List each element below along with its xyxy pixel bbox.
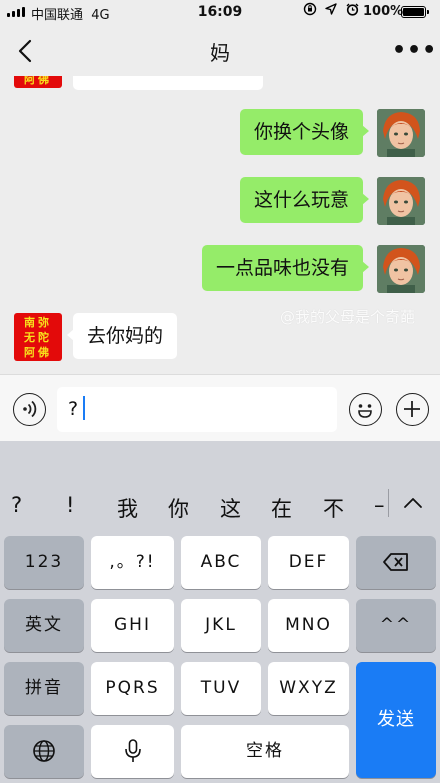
key-def[interactable]: DEF — [268, 536, 349, 589]
globe-icon — [33, 740, 55, 762]
key-mno[interactable]: MNO — [268, 599, 349, 652]
key-wxyz[interactable]: WXYZ — [268, 662, 349, 715]
avatar[interactable]: 南弥 无陀 阿佛 — [14, 313, 62, 361]
candidate-divider — [388, 489, 389, 517]
backspace-icon — [383, 553, 408, 571]
avatar-image — [377, 109, 425, 157]
candidate-word[interactable]: ! — [66, 493, 74, 517]
location-icon — [325, 2, 345, 18]
chat-header: 妈 ••• — [0, 26, 440, 76]
key-ghi[interactable]: GHI — [91, 599, 174, 652]
key-123[interactable]: 123 — [4, 536, 84, 589]
candidate-word[interactable]: 我 — [117, 493, 138, 523]
avatar-text-line: 无陀 — [24, 331, 52, 344]
key-jkl[interactable]: JKL — [181, 599, 261, 652]
keyboard: ? ! 我 你 这 在 不 – 123 ,。?! ABC DEF 英文 GHI … — [0, 441, 440, 783]
battery-icon — [401, 6, 429, 18]
candidate-word[interactable]: 这 — [220, 493, 241, 523]
voice-button[interactable] — [13, 393, 46, 426]
chat-title: 妈 — [210, 41, 230, 65]
key-tuv[interactable]: TUV — [181, 662, 261, 715]
candidate-word[interactable]: – — [374, 493, 385, 517]
key-pinyin[interactable]: 拼音 — [4, 662, 84, 715]
avatar-image — [377, 177, 425, 225]
candidate-word[interactable]: 你 — [168, 493, 189, 523]
smiley-icon — [358, 404, 372, 418]
key-punctuation[interactable]: ,。?! — [91, 536, 174, 589]
candidate-word[interactable]: 不 — [323, 493, 344, 523]
avatar-text-line: 阿佛 — [24, 346, 52, 359]
candidate-word[interactable]: ? — [11, 493, 22, 517]
battery-percent: 100% — [363, 4, 404, 19]
message-bubble[interactable]: 去你妈的 — [66, 313, 178, 359]
message-list[interactable]: 南弥 无陀 阿佛 你换个头像 这什么玩意 一点品味也没有 — [0, 76, 440, 374]
battery-level-fill — [403, 8, 424, 16]
avatar[interactable]: 南弥 无陀 阿佛 — [14, 76, 62, 88]
more-dots-icon: ••• — [392, 38, 438, 63]
chevron-up-icon — [404, 498, 422, 508]
more-functions-button[interactable] — [396, 393, 429, 426]
portrait-lock-icon — [303, 2, 325, 18]
watermark: @我的父母是个奇葩 — [280, 308, 416, 326]
send-button[interactable]: 发送 — [356, 662, 436, 778]
alarm-icon — [346, 2, 359, 18]
more-button[interactable]: ••• — [392, 38, 437, 63]
expand-candidates-button[interactable] — [401, 495, 425, 511]
message-bubble[interactable]: 一点品味也没有 — [201, 245, 370, 291]
status-bar: 中国联通 4G 16:09 100% — [0, 0, 440, 26]
key-pqrs[interactable]: PQRS — [91, 662, 174, 715]
message-input[interactable]: ? — [57, 387, 337, 432]
backspace-key[interactable] — [356, 536, 436, 589]
space-key[interactable]: 空格 — [181, 725, 349, 778]
candidate-bar: ? ! 我 你 这 在 不 – — [0, 485, 440, 525]
plus-icon — [404, 401, 420, 417]
message-bubble[interactable]: 这什么玩意 — [239, 177, 370, 223]
avatar-image — [377, 245, 425, 293]
avatar[interactable] — [377, 109, 425, 157]
microphone-key[interactable] — [91, 725, 174, 778]
message-bubble[interactable]: 你换个头像 — [239, 109, 370, 155]
microphone-icon — [124, 739, 141, 762]
message-bubble-truncated[interactable] — [73, 76, 263, 90]
key-english[interactable]: 英文 — [4, 599, 84, 652]
key-abc[interactable]: ABC — [181, 536, 261, 589]
emoji-button[interactable] — [349, 393, 382, 426]
avatar-text-line: 阿佛 — [24, 76, 52, 86]
input-bar: ? — [0, 374, 440, 441]
avatar[interactable] — [377, 177, 425, 225]
key-emoticon[interactable]: ^^ — [356, 599, 436, 652]
text-caret — [83, 395, 86, 420]
message-input-value: ? — [68, 398, 79, 420]
status-icons — [303, 2, 359, 18]
globe-key[interactable] — [4, 725, 84, 778]
voice-icon — [23, 400, 37, 418]
candidate-word[interactable]: 在 — [271, 493, 292, 523]
avatar[interactable] — [377, 245, 425, 293]
avatar-text-line: 南弥 — [24, 316, 52, 329]
